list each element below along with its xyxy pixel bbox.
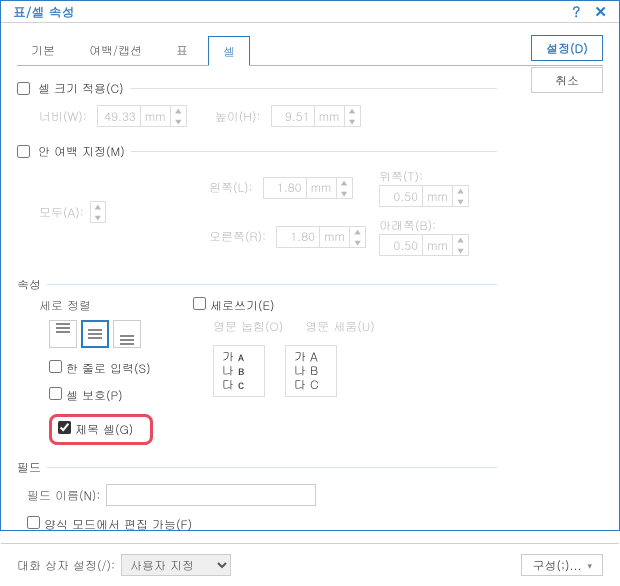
chevron-up-icon[interactable]: ▲ bbox=[171, 106, 186, 117]
oneline-checkbox[interactable]: 한 줄로 입력(S) bbox=[49, 360, 153, 377]
attrs-section-title: 속성 bbox=[17, 276, 41, 293]
dialog-title: 표/셀 속성 bbox=[13, 2, 75, 21]
header-cell-highlight: 제목 셀(G) bbox=[49, 414, 153, 445]
valign-label: 세로 정렬 bbox=[39, 297, 153, 314]
tab-basic[interactable]: 기본 bbox=[17, 36, 69, 66]
tab-margin-caption[interactable]: 여백/캡션 bbox=[75, 36, 156, 66]
chevron-down-icon[interactable]: ▼ bbox=[171, 117, 186, 128]
valign-bottom-button[interactable] bbox=[113, 320, 141, 348]
inner-margin-label: 안 여백 지정(M) bbox=[38, 143, 125, 160]
dialog-setting-select[interactable]: 사용자 지정 bbox=[121, 554, 231, 576]
protect-checkbox[interactable]: 셀 보호(P) bbox=[49, 387, 153, 404]
field-name-label: 필드 이름(N): bbox=[27, 487, 100, 504]
eng-upright-label: 영문 세움(U) bbox=[305, 318, 375, 335]
width-spinner[interactable]: mm ▲▼ bbox=[97, 105, 187, 127]
tab-table[interactable]: 표 bbox=[162, 36, 202, 66]
margin-top-label: 위쪽(T): bbox=[379, 168, 423, 185]
chevron-down-icon[interactable]: ▼ bbox=[345, 117, 360, 128]
dialog-setting-label: 대화 상자 설정(/): bbox=[17, 557, 115, 574]
height-spinner[interactable]: mm ▲▼ bbox=[271, 105, 361, 127]
margin-left-spinner[interactable]: mm ▲▼ bbox=[263, 177, 353, 199]
inner-margin-checkbox[interactable]: 안 여백 지정(M) bbox=[17, 143, 125, 160]
eng-stack-label: 영문 눕힘(O) bbox=[213, 318, 283, 335]
margin-left-label: 왼쪽(L): bbox=[209, 179, 253, 196]
field-section-title: 필드 bbox=[17, 459, 41, 476]
header-cell-checkbox[interactable]: 제목 셀(G) bbox=[58, 421, 133, 438]
width-unit: mm bbox=[141, 105, 171, 127]
titlebar: 표/셀 속성 ? ✕ bbox=[1, 1, 619, 23]
margin-right-spinner[interactable]: mm ▲▼ bbox=[276, 226, 366, 248]
margin-top-spinner[interactable]: mm ▲▼ bbox=[379, 185, 469, 207]
tab-strip: 기본 여백/캡션 표 셀 bbox=[17, 35, 603, 66]
help-icon[interactable]: ? bbox=[572, 1, 580, 22]
tab-cell[interactable]: 셀 bbox=[208, 36, 250, 66]
field-name-input[interactable] bbox=[106, 484, 316, 506]
margin-right-label: 오른쪽(R): bbox=[209, 228, 266, 245]
chevron-up-icon[interactable]: ▲ bbox=[345, 106, 360, 117]
close-icon[interactable]: ✕ bbox=[594, 1, 607, 22]
cancel-button[interactable]: 취소 bbox=[531, 67, 603, 93]
vertical-write-checkbox[interactable]: 세로쓰기(E) bbox=[193, 297, 275, 314]
window-controls: ? ✕ bbox=[572, 1, 607, 22]
cell-size-apply-label: 셀 크기 적용(C) bbox=[38, 80, 124, 97]
margin-bottom-label: 아래쪽(B): bbox=[379, 217, 436, 234]
width-label: 너비(W): bbox=[39, 108, 87, 125]
dialog-footer: 대화 상자 설정(/): 사용자 지정 구성(;)... bbox=[1, 543, 619, 586]
margin-all-label: 모두(A): bbox=[39, 204, 84, 221]
form-editable-checkbox[interactable]: 양식 모드에서 편집 가능(F) bbox=[27, 516, 192, 533]
height-unit: mm bbox=[315, 105, 345, 127]
valign-middle-button[interactable] bbox=[81, 320, 109, 348]
ok-button[interactable]: 설정(D) bbox=[531, 35, 603, 61]
eng-stack-preview: 가 ᴀ 나 ʙ 다 ᴄ bbox=[213, 345, 265, 397]
config-button[interactable]: 구성(;)... bbox=[521, 554, 603, 576]
margin-bottom-spinner[interactable]: mm ▲▼ bbox=[379, 234, 469, 256]
valign-top-button[interactable] bbox=[49, 320, 77, 348]
cell-size-apply-checkbox[interactable]: 셀 크기 적용(C) bbox=[17, 80, 124, 97]
margin-all-spinner[interactable]: ▲▼ bbox=[90, 201, 106, 223]
height-label: 높이(H): bbox=[215, 108, 261, 125]
eng-upright-preview: 가 A 나 B 다 C bbox=[285, 345, 337, 397]
